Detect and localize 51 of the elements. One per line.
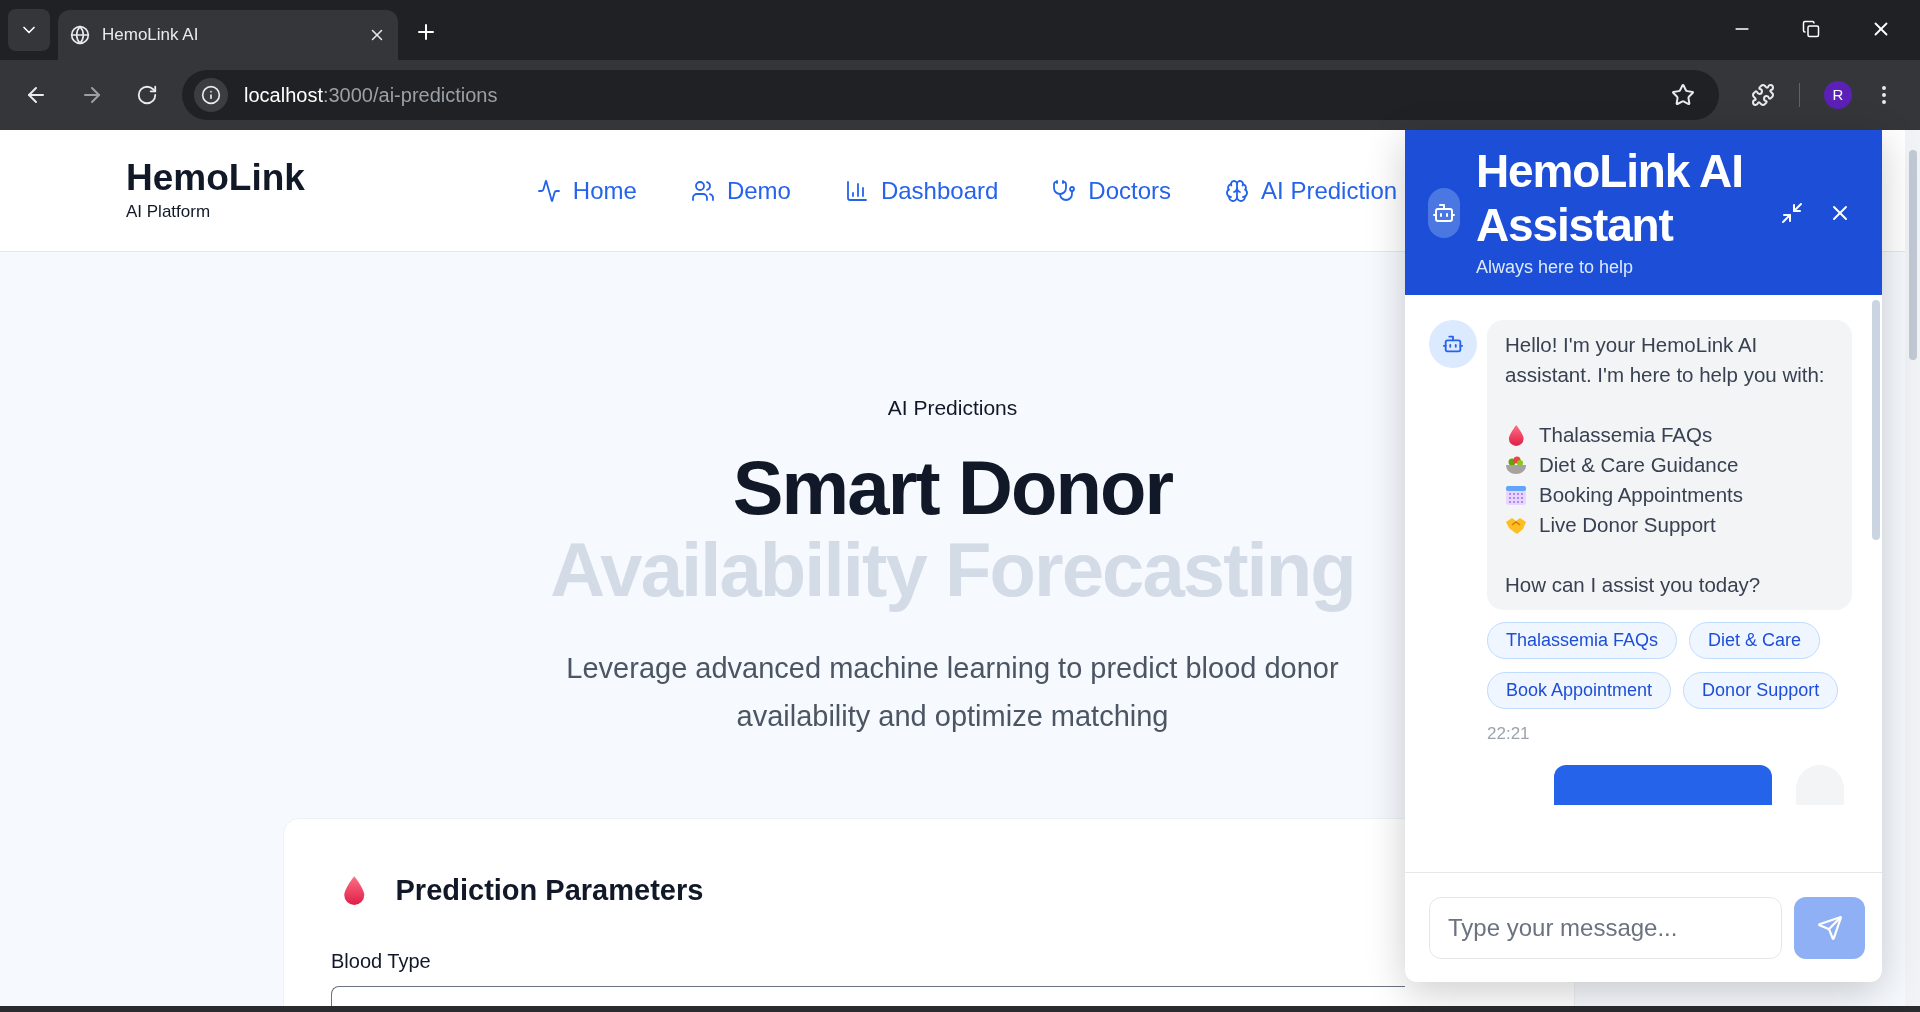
hero-title: Smart Donor: [732, 445, 1173, 530]
bookmark-star-icon[interactable]: [1671, 83, 1695, 107]
brain-icon: [1225, 178, 1250, 203]
reload-icon[interactable]: [136, 84, 158, 106]
chat-title: HemoLink AI Assistant: [1476, 144, 1744, 252]
restore-icon[interactable]: [1802, 20, 1820, 38]
tab-title: HemoLink AI: [102, 24, 200, 47]
chat-subtitle: Always here to help: [1476, 256, 1635, 279]
topic-text: Diet & Care Guidance: [1539, 452, 1739, 478]
nav-link[interactable]: Doctors: [1052, 172, 1172, 209]
scrollbar-thumb[interactable]: [1908, 150, 1917, 360]
topic-text: Booking Appointments: [1539, 482, 1743, 508]
globe-icon: [70, 25, 90, 45]
browser-tab[interactable]: HemoLink AI: [58, 10, 398, 60]
greeting-text: Hello! I'm your HemoLink AI assistant. I'm here to help you with:: [1505, 332, 1826, 388]
address-bar[interactable]: localhost:3000/ai-predictions: [182, 70, 1719, 120]
quick-reply-chip[interactable]: Thalassemia FAQs: [1487, 622, 1678, 659]
salad-bowl-icon: [1505, 454, 1527, 476]
calendar-icon: [1505, 484, 1527, 506]
info-icon: [201, 85, 221, 105]
quick-reply-chip[interactable]: Book Appointment: [1487, 672, 1672, 709]
users-icon: [690, 178, 715, 203]
field-label: Blood Type: [331, 949, 432, 974]
nav-link[interactable]: Home: [536, 172, 637, 209]
robot-icon: [1442, 333, 1464, 355]
stethoscope-icon: [1052, 178, 1077, 203]
bar-chart-icon: [844, 178, 869, 203]
scrollbar-thumb[interactable]: [1872, 300, 1880, 540]
drop-icon: [1507, 424, 1525, 446]
send-icon: [1816, 914, 1843, 941]
message-input[interactable]: Type your message...: [1429, 896, 1782, 959]
profile-avatar[interactable]: R: [1824, 81, 1852, 109]
extensions-icon[interactable]: [1751, 83, 1775, 107]
question-text: How can I assist you today?: [1505, 572, 1762, 598]
brand-tagline: AI Platform: [126, 200, 212, 223]
card-title: Prediction Parameters: [395, 872, 704, 908]
nav-link[interactable]: Dashboard: [844, 172, 999, 209]
url-text: localhost:3000/ai-predictions: [244, 83, 499, 108]
minimize-icon[interactable]: [1780, 200, 1804, 225]
topic-text: Thalassemia FAQs: [1539, 422, 1713, 448]
pulse-icon: [536, 178, 561, 203]
eyebrow-text: AI Predictions: [887, 395, 1018, 421]
brand-name[interactable]: HemoLink: [126, 156, 305, 199]
nav-link[interactable]: Demo: [690, 172, 791, 209]
quick-reply-chip[interactable]: Donor Support: [1683, 672, 1839, 709]
message-time: 22:21: [1487, 723, 1531, 745]
nav-link[interactable]: AI Prediction: [1225, 172, 1398, 209]
topic-text: Live Donor Support: [1539, 512, 1716, 538]
quick-reply-chip[interactable]: Diet & Care: [1689, 622, 1821, 659]
hero-subtitle: Leverage advanced machine learning to predict blood donor availability and optimize matching: [565, 650, 1340, 734]
drop-icon: [343, 875, 366, 906]
